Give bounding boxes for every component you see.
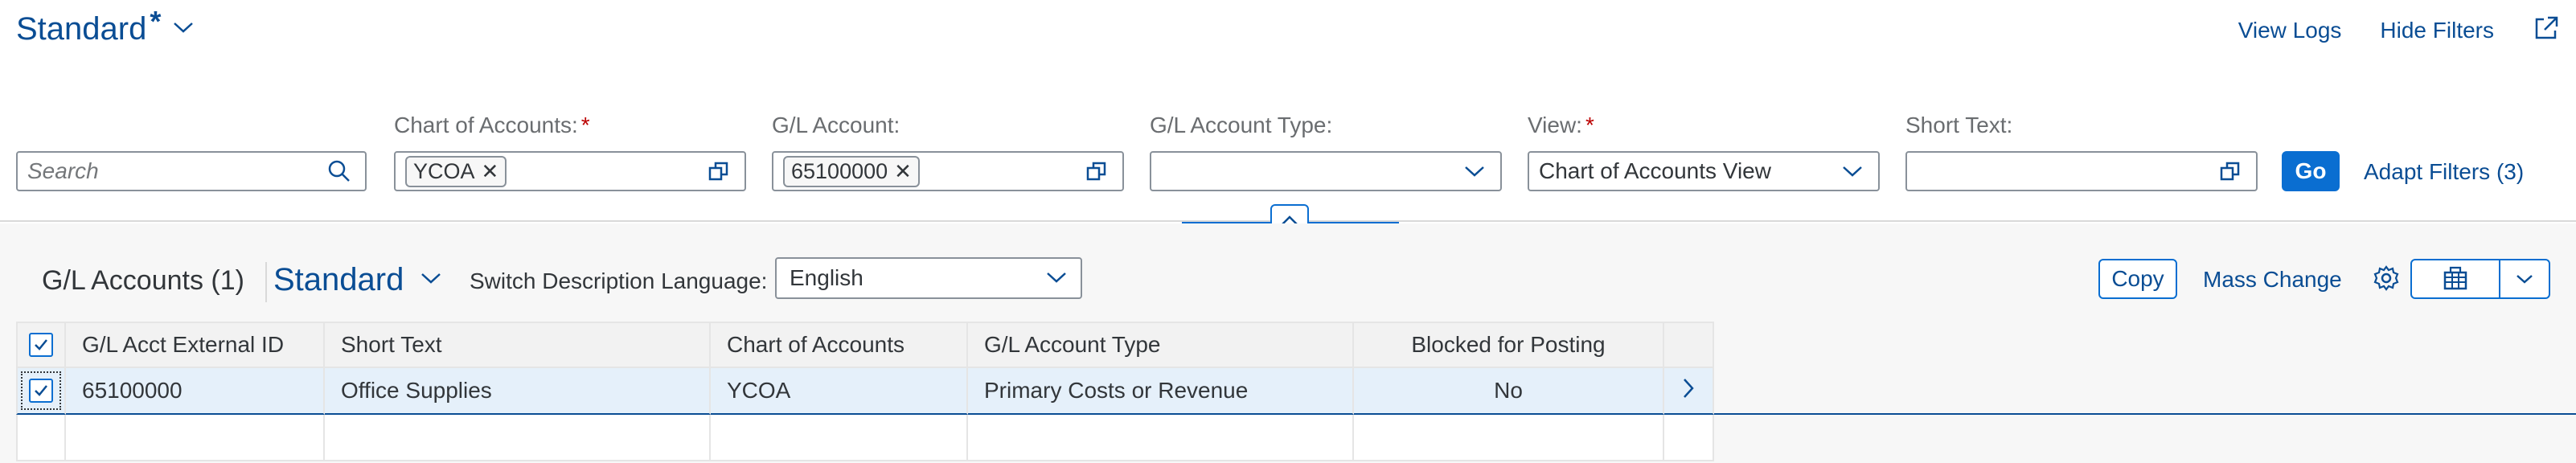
row-focus	[21, 371, 61, 410]
chevron-down-icon[interactable]	[1836, 155, 1868, 187]
empty-cell	[66, 415, 325, 461]
column-header[interactable]: Short Text	[325, 322, 711, 368]
table-filler	[1714, 415, 2576, 461]
table-filler	[1714, 368, 2576, 415]
table-section: G/L Accounts (1) Standard Switch Descrip…	[0, 223, 2576, 463]
cell-short-text: Office Supplies	[325, 368, 711, 415]
column-header[interactable]: G/L Account Type	[968, 322, 1354, 368]
variant-management[interactable]: Standard *	[16, 5, 195, 47]
table-filler	[1714, 322, 2576, 368]
gear-icon[interactable]	[2372, 264, 2401, 297]
empty-cell	[711, 415, 968, 461]
chevron-down-icon[interactable]	[2500, 260, 2549, 297]
gl-account-type-select[interactable]	[1150, 151, 1502, 191]
search-input[interactable]: Search	[16, 151, 367, 191]
go-button[interactable]: Go	[2282, 151, 2340, 191]
gl-accounts-table: G/L Acct External ID Short Text Chart of…	[16, 322, 2576, 461]
value-help-icon[interactable]	[2214, 155, 2246, 187]
view-value: Chart of Accounts View	[1539, 158, 1771, 183]
variant-dirty-marker: *	[150, 4, 162, 38]
share-icon[interactable]	[2533, 14, 2560, 46]
cell-account-type: Primary Costs or Revenue	[968, 368, 1354, 415]
column-header[interactable]: Blocked for Posting	[1354, 322, 1664, 368]
short-text-field[interactable]	[1905, 151, 2258, 191]
value-help-icon[interactable]	[1081, 155, 1113, 187]
language-select[interactable]: English	[775, 257, 1082, 299]
table-toolbar: G/L Accounts (1) Standard Switch Descrip…	[0, 256, 2576, 312]
toolbar-separator	[265, 262, 267, 302]
gl-account-label: G/L Account:	[772, 113, 900, 137]
table-header-row: G/L Acct External ID Short Text Chart of…	[16, 322, 2576, 368]
view-select[interactable]: Chart of Accounts View	[1528, 151, 1880, 191]
row-navigation[interactable]	[1664, 368, 1714, 415]
value-help-icon[interactable]	[703, 155, 735, 187]
table-row-empty	[16, 415, 2576, 461]
variant-title: Standard	[16, 11, 147, 47]
token-remove-icon[interactable]: ✕	[894, 159, 912, 184]
chart-of-accounts-field[interactable]: YCOA ✕	[394, 151, 746, 191]
cell-chart-of-accounts: YCOA	[711, 368, 968, 415]
search-placeholder: Search	[27, 158, 99, 183]
cell-blocked-for-posting: No	[1354, 368, 1664, 415]
chevron-down-icon[interactable]	[420, 270, 442, 290]
chart-of-accounts-label: Chart of Accounts: *	[394, 113, 590, 137]
export-menu-button[interactable]	[2410, 259, 2550, 299]
view-label: View: *	[1528, 113, 1594, 137]
empty-cell	[325, 415, 711, 461]
empty-cell	[16, 415, 66, 461]
row-selector[interactable]	[16, 368, 66, 415]
chevron-right-icon[interactable]	[1680, 377, 1696, 405]
search-icon[interactable]	[323, 155, 355, 187]
mass-change-button[interactable]: Mass Change	[2203, 267, 2342, 293]
gl-account-token[interactable]: 65100000 ✕	[783, 155, 920, 187]
view-logs-link[interactable]: View Logs	[2238, 18, 2342, 43]
chevron-down-icon[interactable]	[1458, 155, 1491, 187]
table-variant-title: Standard	[273, 262, 404, 297]
column-header-navigation	[1664, 322, 1714, 368]
token-remove-icon[interactable]: ✕	[482, 159, 499, 184]
table-row[interactable]: 65100000 Office Supplies YCOA Primary Co…	[16, 368, 2576, 415]
gl-account-field[interactable]: 65100000 ✕	[772, 151, 1124, 191]
row-checkbox[interactable]	[29, 379, 53, 403]
language-value: English	[790, 265, 863, 290]
chevron-down-icon[interactable]	[1045, 265, 1068, 291]
switch-language-label: Switch Description Language:	[470, 268, 768, 293]
required-marker: *	[580, 113, 590, 137]
copy-button[interactable]: Copy	[2098, 259, 2177, 299]
short-text-label: Short Text:	[1905, 113, 2013, 137]
select-all-checkbox[interactable]	[29, 333, 53, 357]
required-marker: *	[1585, 113, 1594, 137]
table-title: G/L Accounts (1)	[42, 265, 244, 296]
chevron-down-icon[interactable]	[172, 19, 195, 39]
hide-filters-link[interactable]: Hide Filters	[2380, 18, 2494, 43]
empty-cell	[1664, 415, 1714, 461]
column-header[interactable]: G/L Acct External ID	[66, 322, 325, 368]
header-actions: View Logs Hide Filters	[2238, 14, 2560, 46]
select-all-cell[interactable]	[16, 322, 66, 368]
filter-bar: Standard * View Logs Hide Filters Search…	[0, 0, 2576, 222]
chart-of-accounts-token[interactable]: YCOA ✕	[405, 155, 507, 187]
cell-external-id: 65100000	[66, 368, 325, 415]
export-spreadsheet-icon[interactable]	[2412, 260, 2500, 297]
column-header[interactable]: Chart of Accounts	[711, 322, 968, 368]
table-variant-management[interactable]: Standard	[273, 262, 442, 298]
empty-cell	[968, 415, 1354, 461]
empty-cell	[1354, 415, 1664, 461]
adapt-filters-link[interactable]: Adapt Filters (3)	[2364, 159, 2524, 185]
gl-account-type-label: G/L Account Type:	[1150, 113, 1333, 137]
